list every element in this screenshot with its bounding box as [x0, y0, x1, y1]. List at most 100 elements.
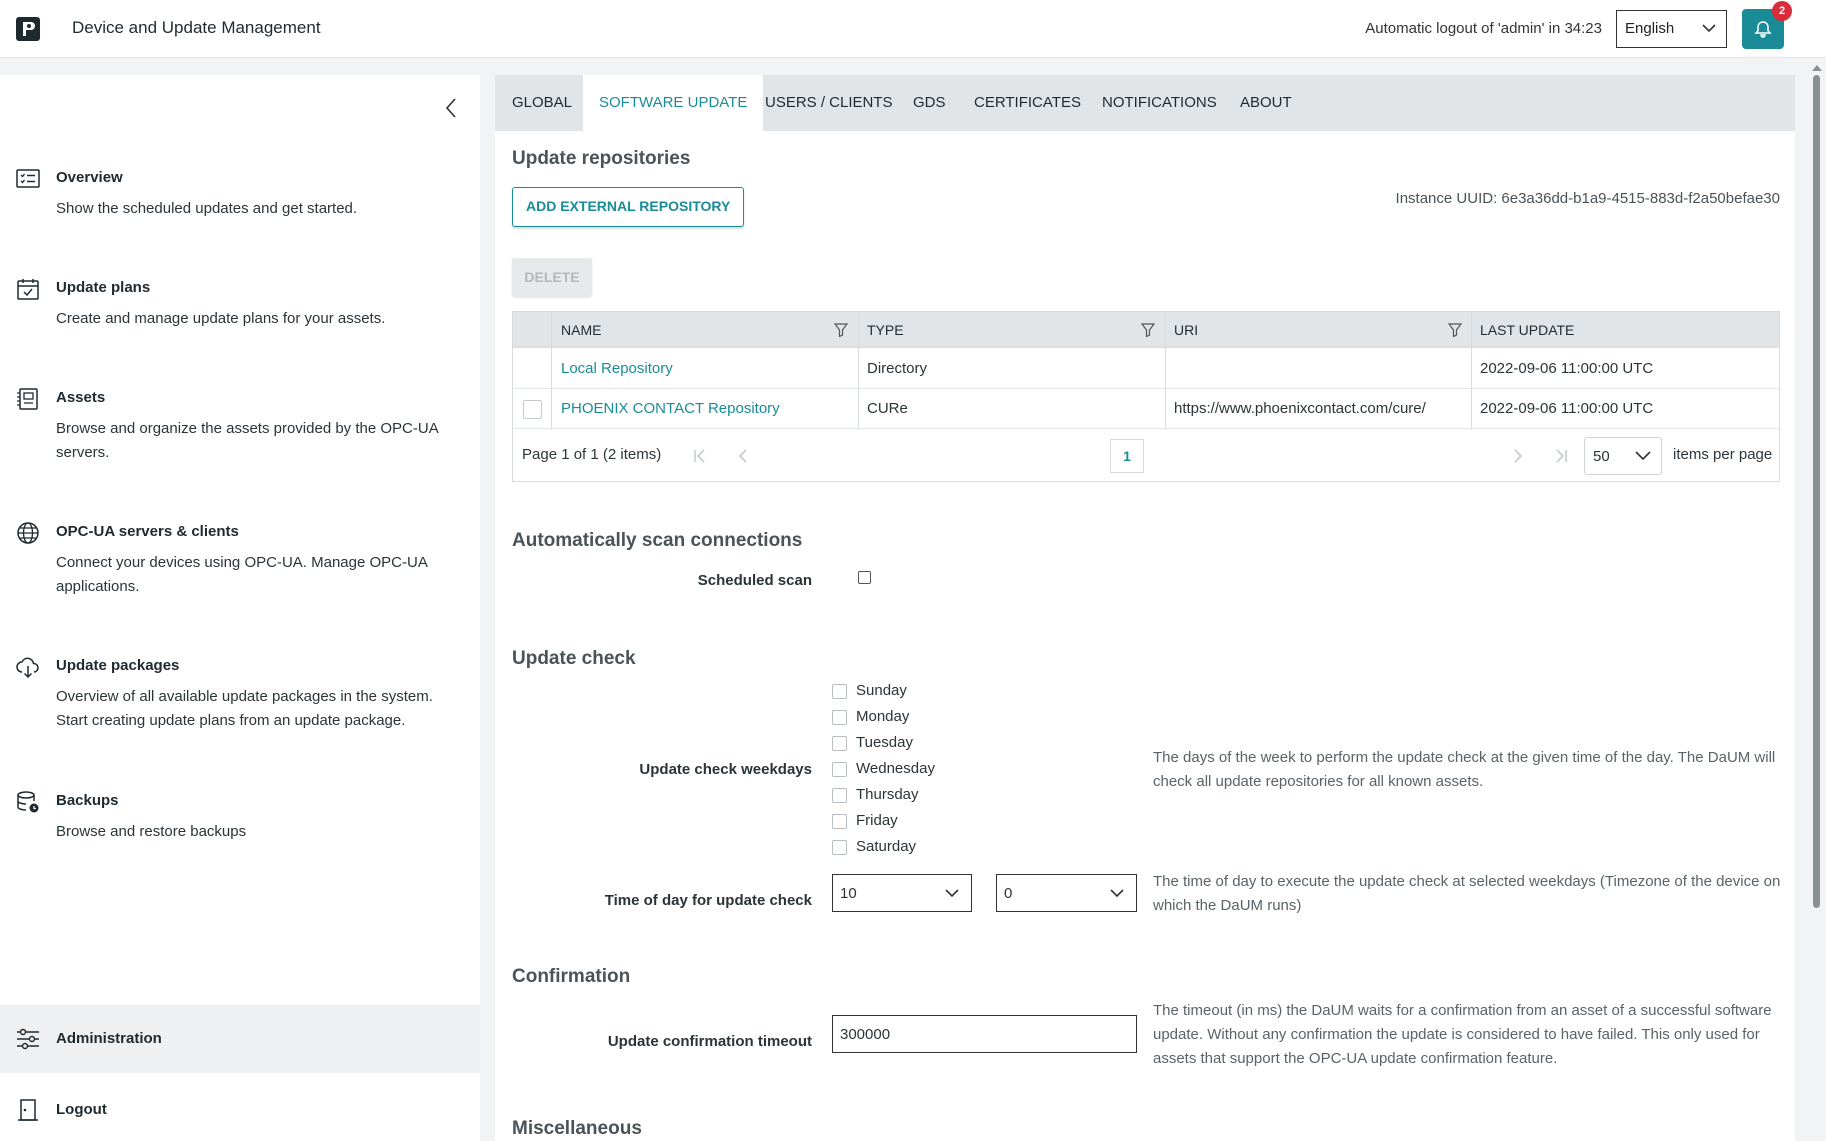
page-size-value: 50 — [1593, 448, 1610, 465]
weekday-checkbox[interactable] — [832, 684, 847, 699]
repository-uri: https://www.phoenixcontact.com/cure/ — [1174, 400, 1426, 417]
weekday-checkbox[interactable] — [832, 762, 847, 777]
hour-select[interactable]: 10 — [832, 874, 972, 912]
minute-value: 0 — [1004, 885, 1013, 902]
repositories-table: NAME TYPE URI LAST UPDATE Local Reposito… — [512, 311, 1780, 482]
scroll-up-arrow-icon[interactable] — [1812, 65, 1822, 71]
sidebar-item-assets[interactable]: Assets Browse and organize the assets pr… — [0, 387, 480, 477]
items-per-page-label: items per page — [1673, 446, 1773, 463]
next-page-button[interactable] — [1501, 439, 1535, 473]
notification-badge: 2 — [1772, 1, 1792, 21]
last-page-button[interactable] — [1544, 439, 1578, 473]
weekday-checkbox[interactable] — [832, 788, 847, 803]
first-page-button[interactable] — [683, 439, 717, 473]
sidebar: Overview Show the scheduled updates and … — [0, 75, 480, 1141]
table-header: NAME TYPE URI LAST UPDATE — [513, 312, 1779, 348]
weekday-checkbox[interactable] — [832, 736, 847, 751]
main-content: GLOBAL SOFTWARE UPDATE USERS / CLIENTS G… — [495, 75, 1795, 1141]
list-icon — [16, 167, 40, 191]
column-header-last-update[interactable]: LAST UPDATE — [1480, 312, 1574, 348]
confirmation-timeout-input[interactable]: 300000 — [832, 1015, 1137, 1053]
page-number-button[interactable]: 1 — [1110, 439, 1144, 473]
column-header-type[interactable]: TYPE — [867, 312, 904, 348]
sidebar-item-desc: Create and manage update plans for your … — [56, 310, 386, 327]
previous-page-button[interactable] — [726, 439, 760, 473]
repository-name-link[interactable]: Local Repository — [561, 349, 673, 389]
sidebar-item-opcua-servers[interactable]: OPC-UA servers & clients Connect your de… — [0, 521, 480, 611]
page-size-select[interactable]: 50 — [1584, 437, 1662, 475]
top-bar: Device and Update Management Automatic l… — [0, 0, 1826, 58]
hour-value: 10 — [840, 885, 857, 902]
scheduled-scan-label: Scheduled scan — [697, 572, 812, 589]
tab-software-update[interactable]: SOFTWARE UPDATE — [583, 75, 764, 131]
column-header-name[interactable]: NAME — [561, 312, 601, 348]
repository-type: Directory — [867, 360, 928, 377]
sidebar-item-title: OPC-UA servers & clients — [56, 523, 239, 540]
scrollbar-thumb[interactable] — [1813, 75, 1820, 908]
app-logo-icon[interactable] — [15, 16, 41, 42]
sidebar-item-update-packages[interactable]: Update packages Overview of all availabl… — [0, 655, 480, 745]
weekday-label: Thursday — [856, 786, 919, 803]
page-scrollbar[interactable] — [1808, 58, 1826, 1141]
tab-bar: GLOBAL SOFTWARE UPDATE USERS / CLIENTS G… — [495, 75, 1795, 131]
column-header-uri[interactable]: URI — [1174, 312, 1198, 348]
tab-users-clients[interactable]: USERS / CLIENTS — [765, 75, 893, 131]
weekday-checkbox[interactable] — [832, 710, 847, 725]
filter-icon[interactable] — [1448, 323, 1462, 337]
weekday-checkbox[interactable] — [832, 840, 847, 855]
add-external-repository-button[interactable]: ADD EXTERNAL REPOSITORY — [512, 187, 745, 227]
weekday-label: Monday — [856, 708, 910, 725]
sidebar-item-title: Update packages — [56, 657, 180, 674]
language-select[interactable]: English — [1616, 10, 1727, 48]
weekday-label: Sunday — [856, 682, 907, 699]
table-row[interactable]: PHOENIX CONTACT Repository CURe https://… — [513, 389, 1779, 429]
sidebar-item-desc: Show the scheduled updates and get start… — [56, 200, 358, 217]
repository-last-update: 2022-09-06 11:00:00 UTC — [1480, 360, 1654, 377]
sidebar-item-desc: Browse and restore backups — [56, 823, 247, 840]
sidebar-item-administration[interactable]: Administration — [0, 1005, 480, 1073]
tab-about[interactable]: ABOUT — [1240, 75, 1292, 131]
scheduled-scan-checkbox[interactable] — [858, 571, 871, 584]
filter-icon[interactable] — [834, 323, 848, 337]
update-check-time-label: Time of day for update check — [604, 892, 812, 909]
sidebar-item-title: Logout — [56, 1101, 107, 1118]
sidebar-item-title: Administration — [56, 1030, 162, 1047]
chevron-right-icon — [1514, 449, 1523, 463]
sidebar-item-update-plans[interactable]: Update plans Create and manage update pl… — [0, 277, 480, 347]
chevron-down-icon — [945, 889, 959, 898]
pager-info: Page 1 of 1 (2 items) — [522, 446, 662, 463]
weekday-checkbox[interactable] — [832, 814, 847, 829]
repository-type: CURe — [867, 400, 908, 417]
sidebar-item-logout[interactable]: Logout — [0, 1078, 480, 1138]
tab-certificates[interactable]: CERTIFICATES — [974, 75, 1081, 131]
sidebar-item-overview[interactable]: Overview Show the scheduled updates and … — [0, 167, 480, 237]
section-title-confirmation: Confirmation — [512, 966, 631, 987]
sidebar-item-desc: Connect your devices using OPC-UA. Manag… — [56, 554, 427, 595]
collapse-sidebar-button[interactable] — [444, 97, 458, 119]
tab-global[interactable]: GLOBAL — [512, 75, 572, 131]
sidebar-item-backups[interactable]: Backups Browse and restore backups — [0, 790, 480, 860]
sliders-icon — [16, 1027, 40, 1051]
first-page-icon — [694, 449, 705, 463]
tab-gds[interactable]: GDS — [913, 75, 946, 131]
weekday-label: Friday — [856, 812, 898, 829]
weekday-label: Saturday — [856, 838, 917, 855]
tab-notifications[interactable]: NOTIFICATIONS — [1102, 75, 1217, 131]
globe-icon — [16, 521, 40, 545]
minute-select[interactable]: 0 — [996, 874, 1137, 912]
auto-logout-info: Automatic logout of 'admin' in 34:23 — [1365, 20, 1602, 37]
repository-name-link[interactable]: PHOENIX CONTACT Repository — [561, 389, 780, 429]
chevron-down-icon — [1635, 451, 1651, 461]
update-check-time-help: The time of day to execute the update ch… — [1153, 873, 1781, 914]
cloud-download-icon — [16, 655, 40, 679]
device-icon — [16, 387, 40, 411]
door-exit-icon — [16, 1098, 40, 1122]
instance-uuid: Instance UUID: 6e3a36dd-b1a9-4515-883d-f… — [1395, 190, 1780, 207]
last-page-icon — [1556, 449, 1567, 463]
row-select-checkbox[interactable] — [523, 400, 542, 419]
delete-button[interactable]: DELETE — [512, 258, 592, 296]
database-icon — [16, 790, 40, 814]
filter-icon[interactable] — [1141, 323, 1155, 337]
table-row[interactable]: Local Repository Directory 2022-09-06 11… — [513, 349, 1779, 389]
sidebar-item-title: Backups — [56, 792, 119, 809]
